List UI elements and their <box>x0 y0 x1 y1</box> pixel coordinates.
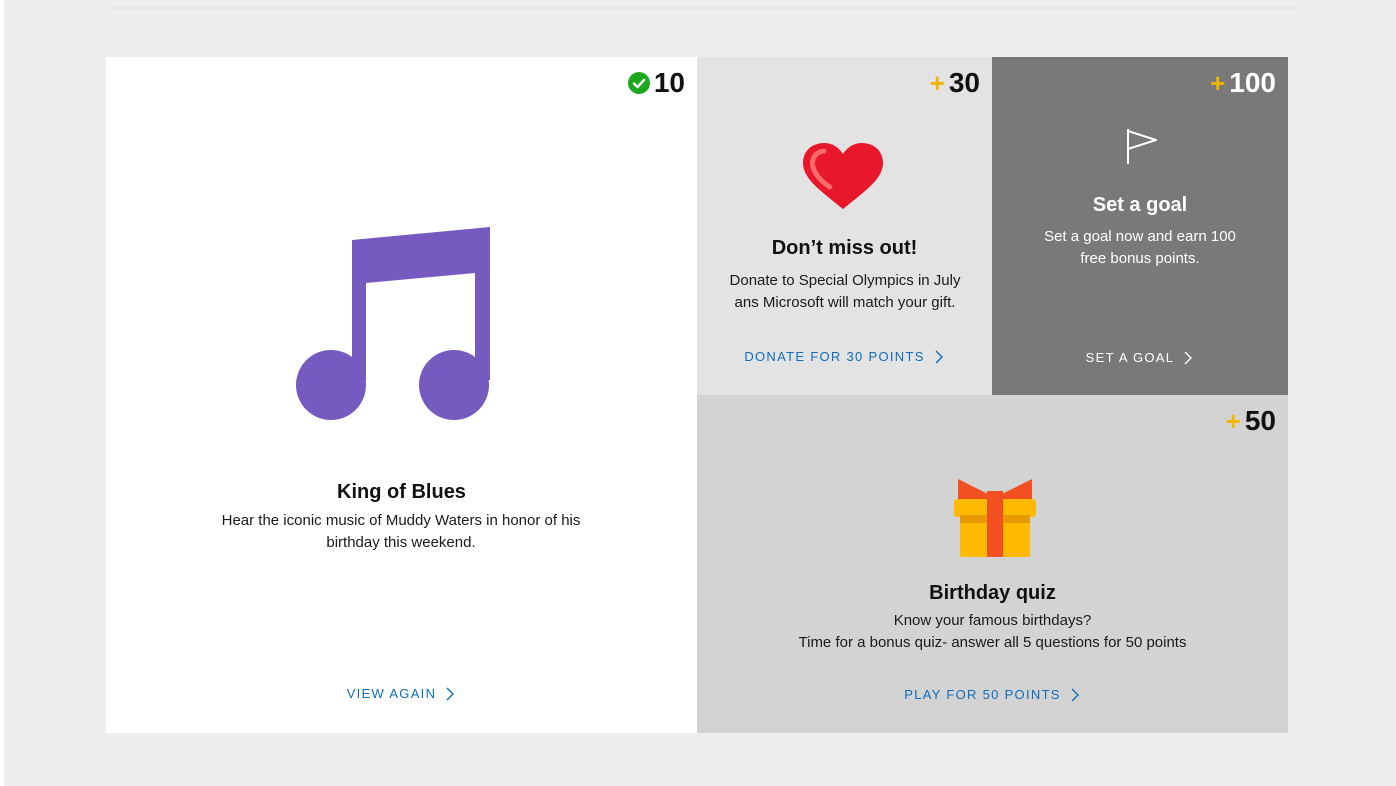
gift-icon <box>954 479 1036 557</box>
points-badge: + 50 <box>1226 405 1276 437</box>
heart-icon <box>803 143 883 209</box>
plus-sign: + <box>1210 67 1226 98</box>
card-birthday-quiz[interactable]: + 50 Birthday quiz Know your famous birt… <box>697 395 1288 733</box>
cta-label: VIEW AGAIN <box>346 686 437 701</box>
card-title: Set a goal <box>1092 194 1188 216</box>
flag-icon <box>1127 129 1157 164</box>
card-king-of-blues[interactable]: 10 King of Blues Hear the iconic music o… <box>106 57 697 733</box>
points-badge: 10 <box>627 67 685 99</box>
play-quiz-link[interactable]: PLAY FOR 50 POINTS <box>697 687 1288 702</box>
cta-label: DONATE FOR 30 POINTS <box>744 349 925 364</box>
chevron-right-icon <box>1184 351 1193 364</box>
card-description: Set a goal now and earn 100 free bonus p… <box>1044 228 1236 267</box>
chevron-right-icon <box>446 687 455 700</box>
view-again-link[interactable]: VIEW AGAIN <box>106 686 697 701</box>
card-title: King of Blues <box>337 481 466 503</box>
card-donate[interactable]: + 30 Don’t miss out! Donate to Special O… <box>697 57 992 395</box>
points-value: 10 <box>653 67 685 98</box>
card-description: Donate to Special Olympics in July ans M… <box>729 272 961 311</box>
points-badge: + 30 <box>930 67 980 99</box>
check-circle-icon <box>627 72 650 94</box>
card-title: Birthday quiz <box>929 582 1056 604</box>
points-badge: + 100 <box>1210 67 1276 99</box>
points-value: 50 <box>1244 405 1276 436</box>
points-value: 100 <box>1229 67 1276 98</box>
cta-label: SET A GOAL <box>1085 350 1175 365</box>
card-description-line1: Know your famous birthdays? <box>893 612 1092 629</box>
set-goal-link[interactable]: SET A GOAL <box>992 350 1288 365</box>
music-note-icon <box>296 227 490 420</box>
points-value: 30 <box>948 67 980 98</box>
cta-label: PLAY FOR 50 POINTS <box>904 687 1061 702</box>
chevron-right-icon <box>935 350 943 363</box>
card-set-goal[interactable]: + 100 Set a goal Set a goal now and earn… <box>992 57 1288 395</box>
plus-sign: + <box>1225 405 1241 436</box>
top-divider <box>108 6 1296 10</box>
plus-sign: + <box>929 67 945 98</box>
card-title: Don’t miss out! <box>771 237 918 259</box>
card-description-line2: Time for a bonus quiz- answer all 5 ques… <box>798 634 1187 651</box>
card-description: Hear the iconic music of Muddy Waters in… <box>221 512 581 551</box>
chevron-right-icon <box>1071 688 1079 701</box>
page-background: 10 King of Blues Hear the iconic music o… <box>4 0 1396 786</box>
donate-link[interactable]: DONATE FOR 30 POINTS <box>697 349 992 364</box>
